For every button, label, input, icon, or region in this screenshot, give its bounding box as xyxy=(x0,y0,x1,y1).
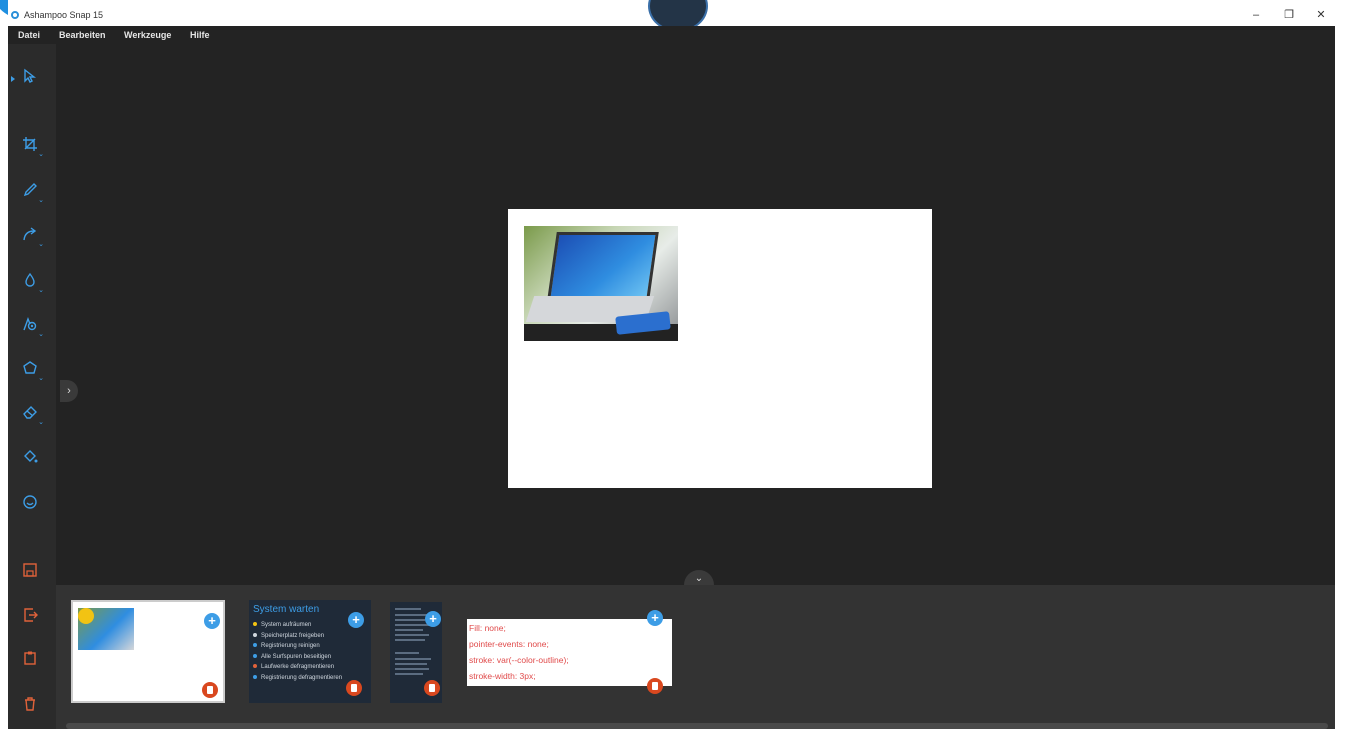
add-icon[interactable]: + xyxy=(647,610,663,626)
editor-canvas[interactable] xyxy=(56,44,1335,585)
menu-datei[interactable]: Datei xyxy=(18,30,40,40)
add-icon[interactable]: + xyxy=(348,612,364,628)
laptop-screen-graphic xyxy=(547,232,659,300)
add-icon[interactable]: + xyxy=(425,611,441,627)
blur-icon[interactable]: ⌄ xyxy=(22,272,44,294)
pen-icon[interactable]: ⌄ xyxy=(22,182,44,204)
delete-thumbnail-icon[interactable] xyxy=(202,682,218,698)
delete-thumbnail-icon[interactable] xyxy=(424,680,440,696)
window-title: Ashampoo Snap 15 xyxy=(24,10,104,20)
delete-icon[interactable] xyxy=(22,696,44,718)
list-item: Laufwerke defragmentieren xyxy=(253,664,342,675)
laptop-photo[interactable] xyxy=(524,226,678,341)
clipboard-icon[interactable] xyxy=(22,650,44,672)
thumbnail-code-snippet[interactable]: Fill: none; pointer-events: none; stroke… xyxy=(467,610,672,694)
maximize-button[interactable]: ❐ xyxy=(1279,8,1299,22)
list-item: System aufräumen xyxy=(253,622,342,633)
arrow-icon[interactable]: ⌄ xyxy=(22,226,44,248)
title-bar: Ashampoo Snap 15 – ❐ ✕ xyxy=(8,0,1335,32)
thumbnail-tray: + System warten System aufräumen Speiche… xyxy=(56,585,1335,729)
tray-scrollbar[interactable] xyxy=(66,723,1328,729)
list-item: Speicherplatz freigeben xyxy=(253,632,342,644)
active-tool-marker xyxy=(11,76,15,82)
shape-icon[interactable]: ⌄ xyxy=(22,360,44,382)
text-icon[interactable]: ⌄ xyxy=(22,316,44,338)
menu-bar: Datei Bearbeiten Werkzeuge Hilfe xyxy=(8,26,1335,44)
thumbnail-small-card[interactable]: + xyxy=(390,602,442,703)
emoji-icon[interactable] xyxy=(22,494,44,516)
clock-icon xyxy=(78,608,94,624)
delete-thumbnail-icon[interactable] xyxy=(647,678,663,694)
list-item: Registrierung defragmentieren xyxy=(253,674,342,686)
export-icon[interactable] xyxy=(22,607,44,629)
eraser-icon[interactable]: ⌄ xyxy=(22,404,44,426)
app-window: Ashampoo Snap 15 – ❐ ✕ Datei Bearbeiten … xyxy=(8,0,1335,729)
card-list: System aufräumen Speicherplatz freigeben… xyxy=(253,622,342,685)
menu-bearbeiten[interactable]: Bearbeiten xyxy=(59,30,106,40)
select-icon[interactable] xyxy=(22,68,44,90)
crop-icon[interactable]: ⌄ xyxy=(22,136,44,158)
close-button[interactable]: ✕ xyxy=(1311,8,1331,22)
thumbnail-image[interactable]: + xyxy=(71,600,225,703)
list-item: Alle Surfspuren beseitigen xyxy=(253,653,342,665)
list-item: Registrierung reinigen xyxy=(253,643,342,654)
add-icon[interactable]: + xyxy=(204,613,220,629)
fill-icon[interactable] xyxy=(22,448,44,470)
tool-sidebar: ⌄ ⌄ ⌄ ⌄ ⌄ ⌄ ⌄ xyxy=(8,44,56,729)
code-text: Fill: none; pointer-events: none; stroke… xyxy=(469,623,569,681)
card-title: System warten xyxy=(253,604,320,615)
minimize-button[interactable]: – xyxy=(1246,8,1266,22)
app-logo-icon xyxy=(11,11,19,19)
menu-werkzeuge[interactable]: Werkzeuge xyxy=(124,30,171,40)
document-page[interactable] xyxy=(508,209,932,488)
menu-hilfe[interactable]: Hilfe xyxy=(190,30,210,40)
delete-thumbnail-icon[interactable] xyxy=(346,680,362,696)
thumbnail-text-card[interactable]: System warten System aufräumen Speicherp… xyxy=(249,600,371,703)
save-icon[interactable] xyxy=(22,562,44,584)
